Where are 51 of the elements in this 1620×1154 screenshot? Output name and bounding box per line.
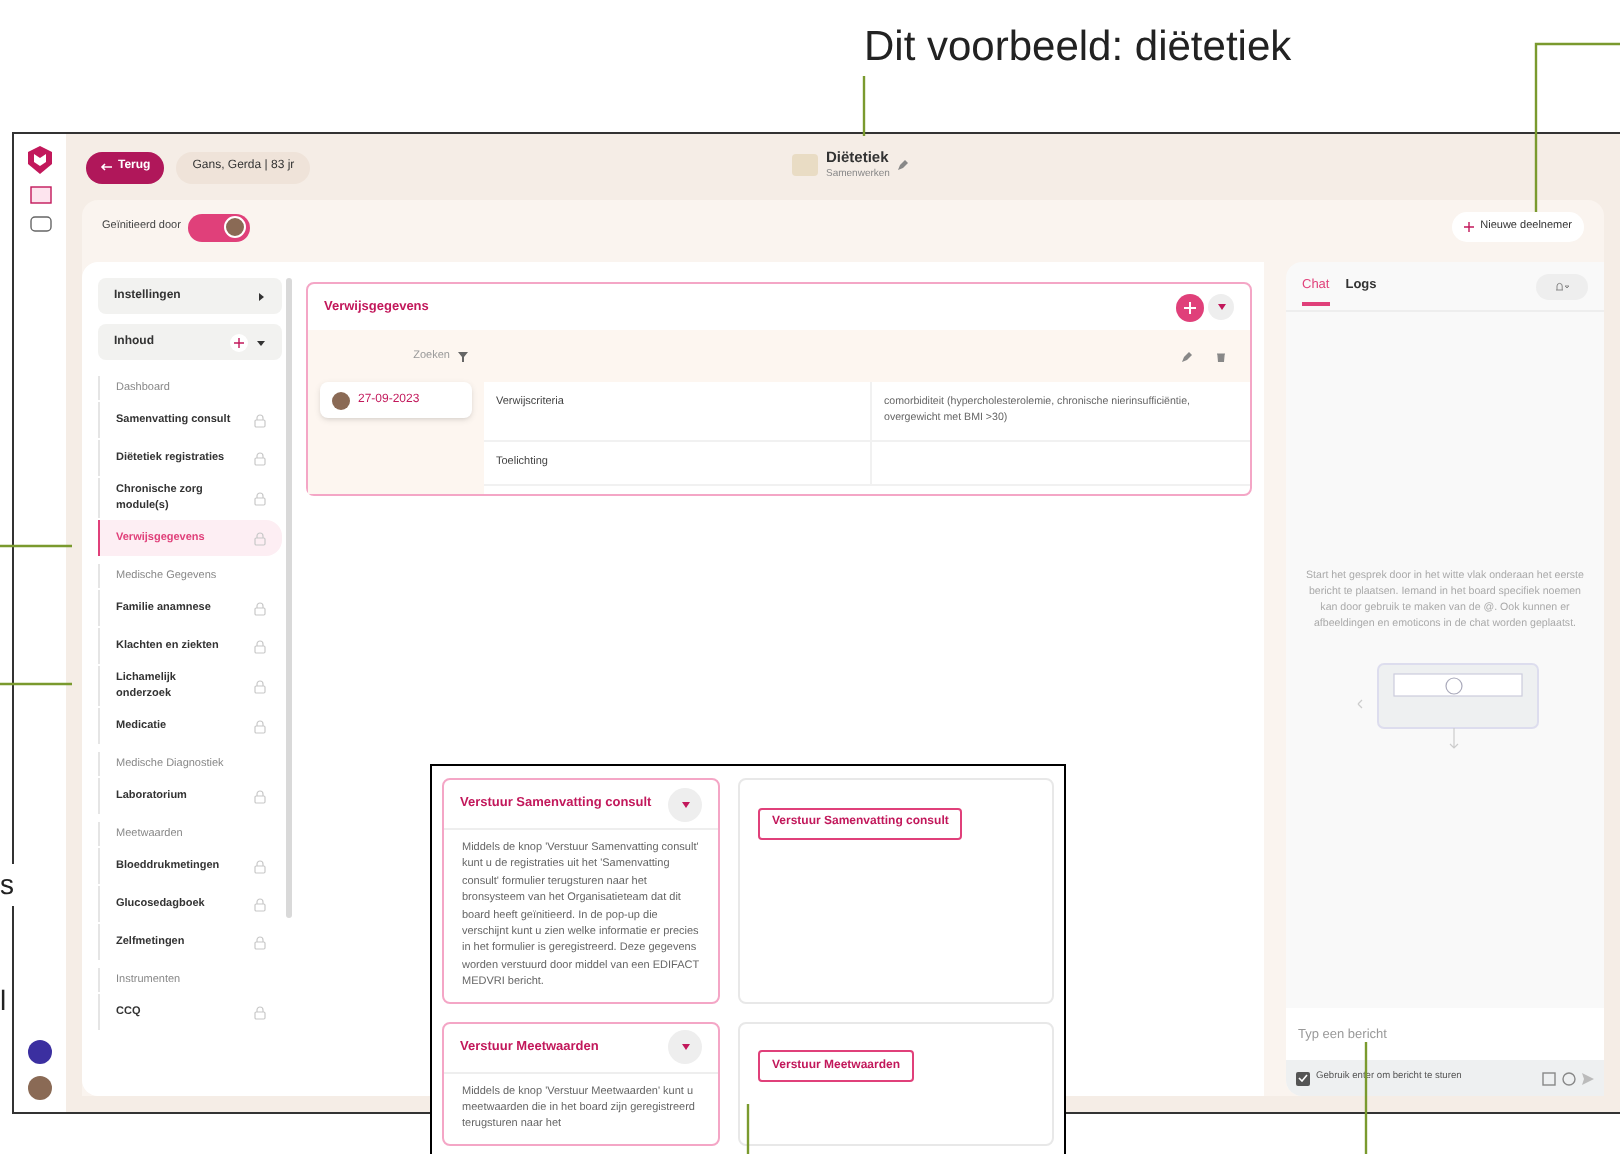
arrow-left-icon xyxy=(100,162,112,172)
avatar-icon[interactable] xyxy=(28,1076,52,1100)
lock-icon xyxy=(254,531,266,545)
dashboard-icon[interactable] xyxy=(29,186,51,204)
leader-line xyxy=(1364,1042,1368,1154)
lock-icon xyxy=(254,639,266,653)
caret-icon xyxy=(1217,304,1225,310)
lock-icon xyxy=(254,679,266,693)
caret-icon xyxy=(256,291,266,301)
image-icon[interactable] xyxy=(1542,1071,1556,1085)
lock-icon xyxy=(254,451,266,465)
leader-line xyxy=(862,76,866,136)
edit-icon[interactable] xyxy=(1182,351,1192,361)
lock-icon xyxy=(254,897,266,911)
lock-icon xyxy=(254,719,266,733)
logo-icon xyxy=(28,146,52,174)
caret-icon xyxy=(681,801,689,807)
bell-icon xyxy=(1554,281,1570,291)
annotation-title: Dit voorbeeld: diëtetiek xyxy=(864,22,1292,74)
caret-icon xyxy=(256,337,266,347)
edit-icon[interactable] xyxy=(897,159,908,170)
scrollbar[interactable] xyxy=(286,278,292,918)
chat-icon[interactable] xyxy=(29,216,51,236)
lock-icon xyxy=(254,491,266,505)
lock-icon xyxy=(254,1005,266,1019)
filter-icon[interactable] xyxy=(458,351,468,361)
dropdown-button[interactable] xyxy=(1208,294,1234,320)
avatar-icon xyxy=(332,391,350,409)
lock-icon xyxy=(254,935,266,949)
board-icon xyxy=(792,153,818,176)
emoji-icon[interactable] xyxy=(1562,1071,1576,1085)
lock-icon xyxy=(254,789,266,803)
dropdown-button[interactable] xyxy=(668,787,702,821)
delete-icon[interactable] xyxy=(1216,351,1226,361)
plus-icon xyxy=(1464,222,1475,232)
leader-line xyxy=(0,682,72,686)
notification-button[interactable] xyxy=(1536,273,1588,299)
caret-icon xyxy=(681,1044,689,1051)
add-icon[interactable] xyxy=(230,333,248,351)
enter-checkbox[interactable] xyxy=(1296,1071,1310,1085)
add-button[interactable] xyxy=(1176,293,1204,321)
lock-icon xyxy=(254,859,266,873)
leader-line xyxy=(746,1104,750,1154)
avatar-icon xyxy=(224,216,247,238)
lock-icon xyxy=(254,601,266,615)
annotation-fragment: s xyxy=(0,864,14,906)
leader-line xyxy=(0,544,72,548)
lock-icon xyxy=(254,413,266,427)
plus-icon xyxy=(1184,301,1196,313)
check-icon xyxy=(1298,1074,1308,1082)
user-icon[interactable] xyxy=(28,1040,52,1064)
